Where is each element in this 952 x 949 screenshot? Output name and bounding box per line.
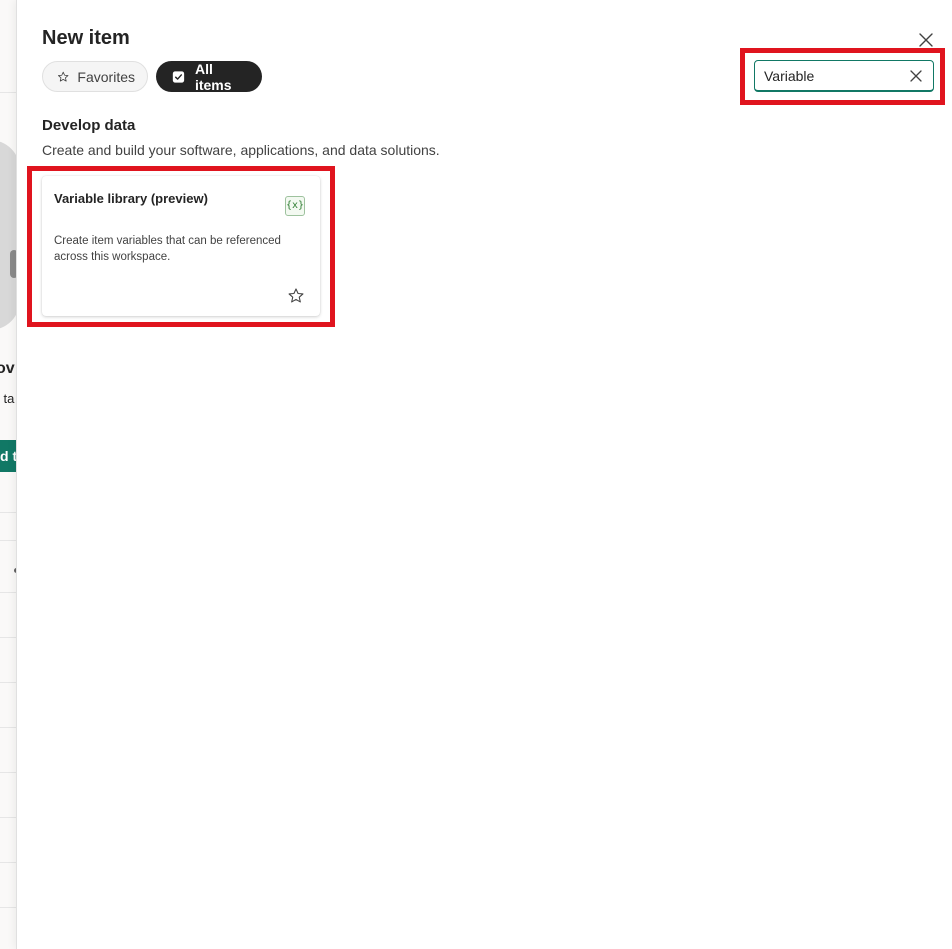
panel-title: New item bbox=[42, 27, 130, 49]
card-title: Variable library (preview) bbox=[54, 191, 208, 206]
search-input[interactable] bbox=[755, 67, 895, 84]
section-title: Develop data bbox=[42, 117, 136, 134]
variable-library-card[interactable]: Variable library (preview) {x} Create it… bbox=[42, 176, 320, 316]
favorites-filter-button[interactable]: Favorites bbox=[42, 61, 148, 92]
checkbox-checked-icon bbox=[172, 70, 185, 83]
clear-search-icon[interactable] bbox=[909, 69, 923, 83]
search-box[interactable] bbox=[754, 60, 934, 92]
close-button[interactable] bbox=[917, 31, 935, 49]
all-items-filter-button[interactable]: All items bbox=[156, 60, 262, 93]
card-description: Create item variables that can be refere… bbox=[54, 235, 281, 263]
close-icon bbox=[919, 33, 933, 47]
new-item-panel: New item Favorites All items Develop dat… bbox=[16, 0, 952, 949]
background-heading: ov bbox=[0, 360, 15, 377]
variable-library-icon: {x} bbox=[285, 196, 305, 216]
favorites-filter-label: Favorites bbox=[77, 68, 135, 85]
background-subtext: l ta bbox=[0, 391, 15, 406]
section-description: Create and build your software, applicat… bbox=[42, 142, 440, 158]
all-items-filter-label: All items bbox=[194, 60, 232, 93]
favorite-star-icon[interactable] bbox=[287, 287, 305, 305]
star-icon bbox=[58, 71, 69, 82]
